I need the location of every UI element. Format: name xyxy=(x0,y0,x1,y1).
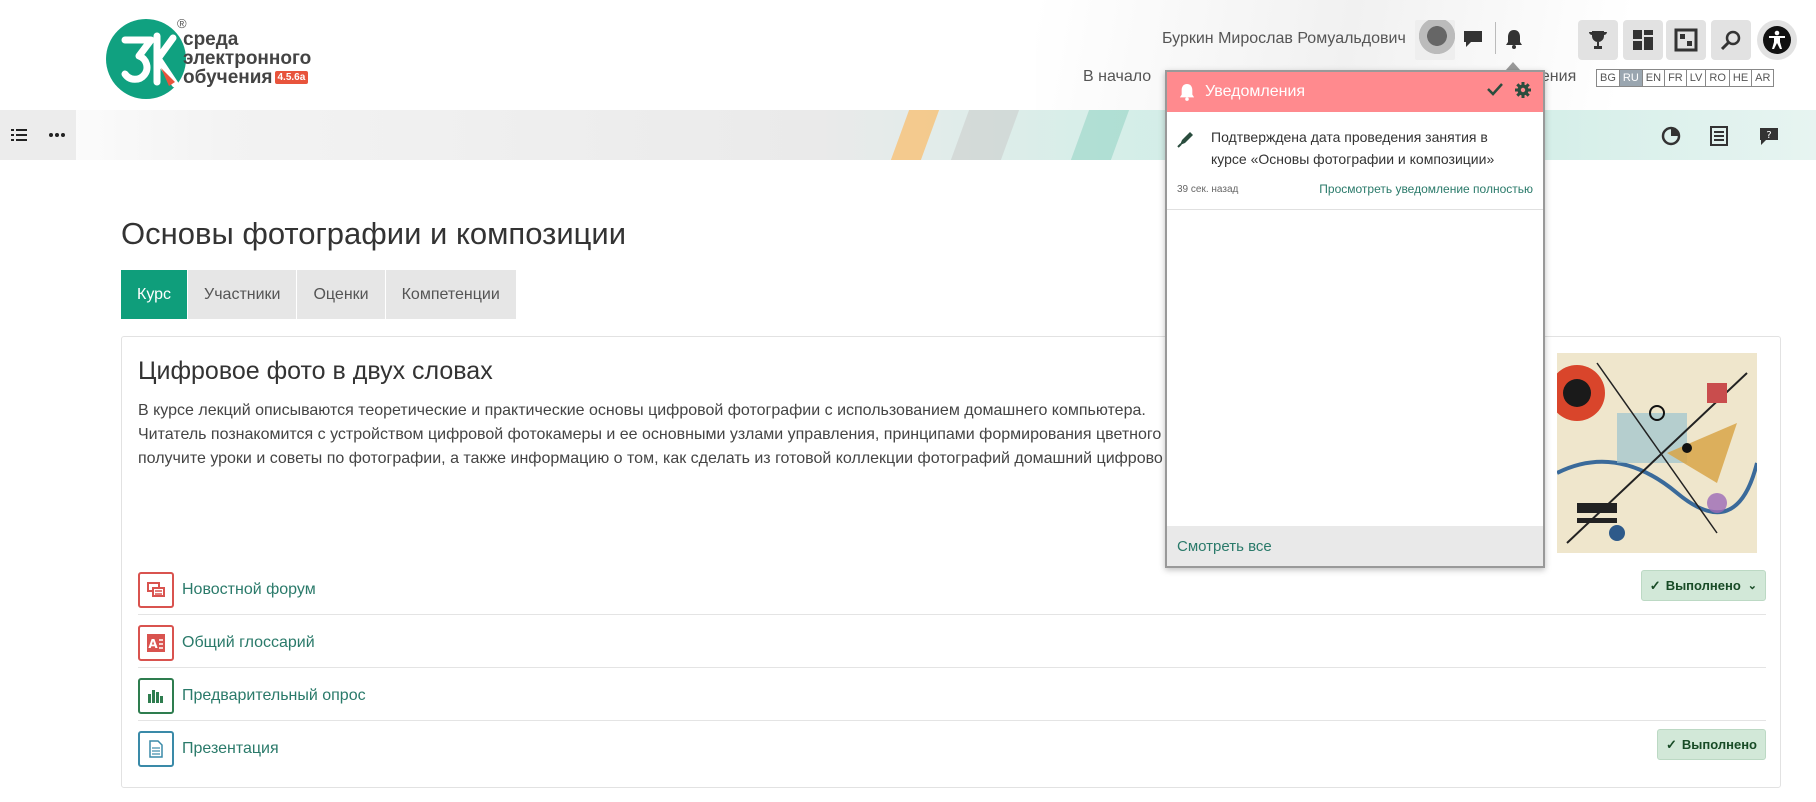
toggle-drawer-button[interactable] xyxy=(0,110,38,160)
site-logo[interactable]: ® среда электронного обучения 4.5.6a xyxy=(105,16,325,100)
activity-row: Новостной форум ✓ Выполнено ⌄ xyxy=(138,562,1766,615)
notification-time: 39 сек. назад xyxy=(1177,184,1239,195)
grid-icon xyxy=(1674,28,1698,52)
logo-line-1: среда xyxy=(183,29,239,50)
gradebook-icon[interactable] xyxy=(1707,124,1731,148)
logo-line-2: электронного xyxy=(183,48,312,69)
activity-row: Предварительный опрос xyxy=(138,668,1766,721)
course-image xyxy=(1557,353,1757,553)
version-badge: 4.5.6a xyxy=(274,71,309,85)
language-switcher: BG RU EN FR LV RO HE AR xyxy=(1596,69,1775,87)
survey-icon xyxy=(138,678,174,714)
page-title: Основы фотографии и композиции xyxy=(121,216,627,251)
file-icon xyxy=(138,731,174,767)
activity-link[interactable]: Общий глоссарий xyxy=(182,634,315,652)
check-icon: ✓ xyxy=(1649,577,1661,593)
dashboard-button[interactable] xyxy=(1623,20,1663,60)
activity-link[interactable]: Предварительный опрос xyxy=(182,687,366,705)
view-full-notification-link[interactable]: Просмотреть уведомление полностью xyxy=(1319,182,1533,196)
activity-row: Презентация ✓ Выполнено xyxy=(138,721,1766,774)
lang-lv[interactable]: LV xyxy=(1685,69,1707,87)
completion-dropdown[interactable]: ✓ Выполнено ⌄ xyxy=(1640,570,1766,601)
check-icon: ✓ xyxy=(1666,736,1677,752)
dashboard-icon xyxy=(1633,30,1653,50)
lang-en[interactable]: EN xyxy=(1641,69,1666,87)
svg-text:?: ? xyxy=(1766,130,1771,141)
course-tabs: Курс Участники Оценки Компетенции xyxy=(121,270,517,319)
lang-he[interactable]: HE xyxy=(1728,69,1753,87)
accessibility-icon xyxy=(1763,26,1791,54)
forum-icon xyxy=(138,572,174,608)
notification-message: Подтверждена дата проведения занятия в к… xyxy=(1211,129,1495,167)
trophy-button[interactable] xyxy=(1578,20,1618,60)
lang-ru[interactable]: RU xyxy=(1618,69,1643,87)
activity-link[interactable]: Презентация xyxy=(182,740,279,758)
notification-item[interactable]: Подтверждена дата проведения занятия в к… xyxy=(1167,112,1543,210)
header-separator xyxy=(1495,22,1496,54)
chat-icon[interactable] xyxy=(1462,28,1484,50)
trophy-icon xyxy=(1589,31,1607,49)
pen-icon xyxy=(1177,130,1195,152)
chart-icon[interactable] xyxy=(1659,124,1683,148)
activity-row: A Общий глоссарий xyxy=(138,615,1766,668)
lang-fr[interactable]: FR xyxy=(1664,69,1687,87)
notifications-popover: Уведомления Подтверждена дата проведения… xyxy=(1165,70,1545,568)
notifications-title: Уведомления xyxy=(1205,83,1306,100)
activity-link[interactable]: Новостной форум xyxy=(182,581,316,599)
chevron-down-icon: ⌄ xyxy=(1747,580,1757,592)
grid-button[interactable] xyxy=(1666,20,1706,60)
tab-grades[interactable]: Оценки xyxy=(297,270,386,319)
more-options-button[interactable] xyxy=(38,110,76,160)
bell-icon xyxy=(1179,84,1195,101)
tab-course[interactable]: Курс xyxy=(121,270,189,319)
search-icon xyxy=(1720,30,1741,51)
lang-ar[interactable]: AR xyxy=(1751,69,1775,87)
svg-text:A: A xyxy=(148,637,158,651)
mark-all-read-icon[interactable] xyxy=(1487,82,1503,103)
ellipsis-icon xyxy=(49,133,65,137)
notifications-header: Уведомления xyxy=(1167,72,1543,112)
tab-competencies[interactable]: Компетенции xyxy=(385,270,517,319)
lang-ro[interactable]: RO xyxy=(1705,69,1730,87)
accessibility-button[interactable] xyxy=(1757,20,1797,60)
list-icon xyxy=(11,129,27,141)
user-avatar[interactable] xyxy=(1415,20,1455,60)
completion-status[interactable]: ✓ Выполнено xyxy=(1657,729,1766,760)
section-title: Цифровое фото в двух словах xyxy=(138,357,493,385)
logo-line-3: обучения 4.5.6a xyxy=(183,68,311,87)
bell-icon[interactable] xyxy=(1503,28,1525,50)
completion-label: Выполнено xyxy=(1681,737,1757,752)
completion-label: Выполнено xyxy=(1665,578,1741,593)
nav-home-link[interactable]: В начало xyxy=(1083,68,1151,86)
help-chat-icon[interactable]: ? xyxy=(1757,124,1781,148)
glossary-icon: A xyxy=(138,625,174,661)
settings-gear-icon[interactable] xyxy=(1515,82,1531,103)
view-all-notifications-link[interactable]: Смотреть все xyxy=(1167,526,1543,566)
search-button[interactable] xyxy=(1711,20,1751,60)
tab-participants[interactable]: Участники xyxy=(188,270,298,319)
logo-text: среда электронного обучения 4.5.6a xyxy=(183,30,311,87)
lang-bg[interactable]: BG xyxy=(1596,69,1620,87)
logo-mark-icon xyxy=(106,19,186,99)
user-name[interactable]: Буркин Мирослав Ромуальдович xyxy=(1162,30,1406,48)
